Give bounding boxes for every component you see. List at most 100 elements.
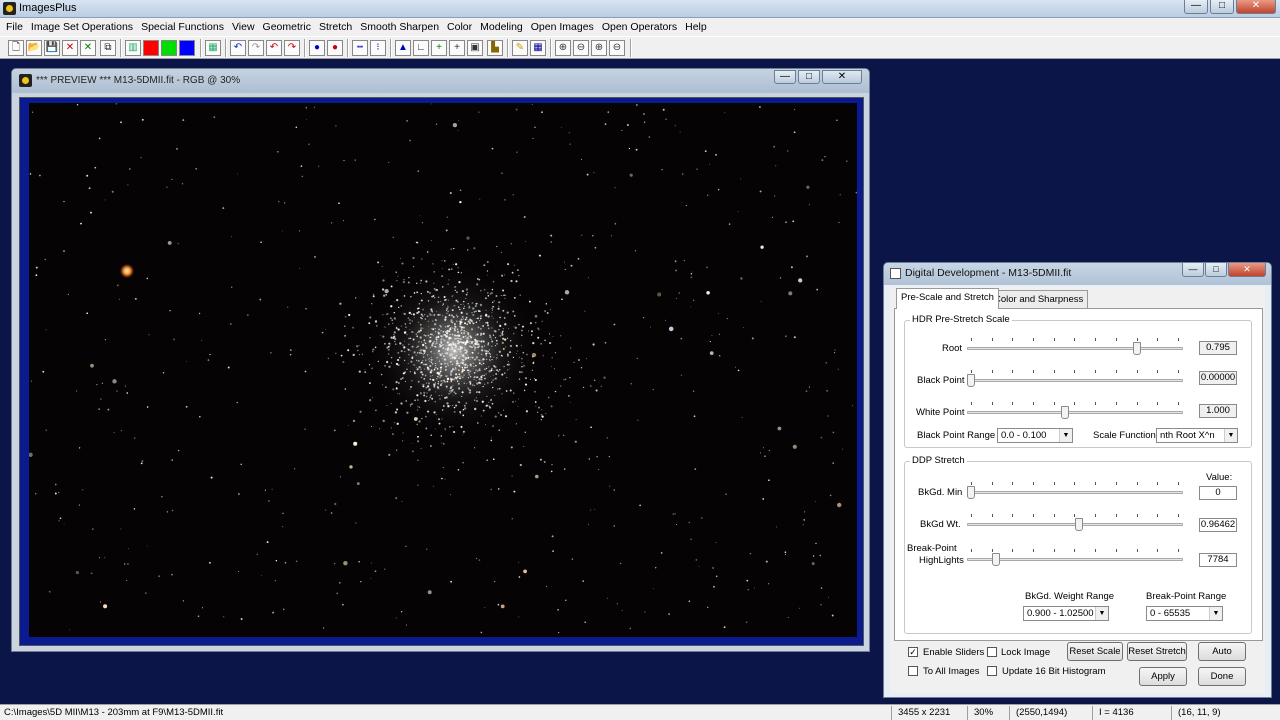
pencil-icon[interactable]: ✎: [512, 40, 528, 56]
menu-smooth-sharpen[interactable]: Smooth Sharpen: [356, 21, 443, 33]
black-point-slider[interactable]: [967, 370, 1183, 387]
app-logo-icon: [3, 2, 16, 15]
zoom-actual-icon[interactable]: ⊖: [609, 40, 625, 56]
menu-file[interactable]: File: [2, 21, 27, 33]
redo-all-icon[interactable]: ↷: [284, 40, 300, 56]
point-select-icon[interactable]: ⁝: [370, 40, 386, 56]
crosshair-icon[interactable]: +: [449, 40, 465, 56]
red-channel-icon[interactable]: [143, 40, 159, 56]
bkgd-min-input[interactable]: 0: [1199, 486, 1237, 500]
update-16bit-histogram-checkbox[interactable]: [987, 666, 997, 676]
dialog-minimize-button[interactable]: —: [1182, 263, 1204, 277]
cluster-star: [463, 363, 466, 366]
lock-image-checkbox[interactable]: [987, 647, 997, 657]
menu-special-functions[interactable]: Special Functions: [137, 21, 228, 33]
preview-close-button[interactable]: ✕: [822, 70, 862, 84]
scale-function-select[interactable]: nth Root X^n ▼: [1156, 428, 1238, 443]
menu-help[interactable]: Help: [681, 21, 711, 33]
slider-thumb[interactable]: [967, 486, 975, 499]
dialog-titlebar[interactable]: Digital Development - M13-5DMII.fit — □ …: [884, 263, 1271, 285]
frame-select-icon[interactable]: ▣: [467, 40, 483, 56]
app-maximize-button[interactable]: □: [1210, 0, 1234, 14]
cluster-star: [478, 359, 481, 362]
cluster-star: [340, 354, 343, 357]
green-channel-icon[interactable]: [161, 40, 177, 56]
app-minimize-button[interactable]: —: [1184, 0, 1208, 14]
rgb-channels-icon[interactable]: ▥: [125, 40, 141, 56]
undo-icon[interactable]: ↶: [230, 40, 246, 56]
field-star: [594, 509, 596, 510]
field-star: [546, 586, 548, 588]
menu-open-images[interactable]: Open Images: [527, 21, 598, 33]
menu-modeling[interactable]: Modeling: [476, 21, 527, 33]
apply-button[interactable]: Apply: [1139, 667, 1187, 686]
close-red-x-icon[interactable]: ✕: [62, 40, 78, 56]
add-crosshair-icon[interactable]: +: [431, 40, 447, 56]
cluster-star: [440, 340, 443, 343]
blue-channel-icon[interactable]: [179, 40, 195, 56]
cluster-star: [402, 372, 406, 375]
image-info-icon[interactable]: ▙: [487, 40, 503, 56]
slider-thumb[interactable]: [1061, 406, 1069, 419]
open-folder-icon[interactable]: 📂: [26, 40, 42, 56]
to-all-images-checkbox[interactable]: [908, 666, 918, 676]
tab-pre-scale-and-stretch[interactable]: Pre-Scale and Stretch: [896, 288, 999, 309]
slider-thumb[interactable]: [1133, 342, 1141, 355]
slider-thumb[interactable]: [967, 374, 975, 387]
bkgd-wt-slider[interactable]: [967, 514, 1183, 531]
axis-icon[interactable]: ∟: [413, 40, 429, 56]
dialog-maximize-button[interactable]: □: [1205, 263, 1227, 277]
preview-titlebar[interactable]: *** PREVIEW *** M13-5DMII.fit - RGB @ 30…: [12, 69, 869, 93]
white-point-slider[interactable]: [967, 402, 1183, 419]
root-slider[interactable]: [967, 338, 1183, 355]
auto-button[interactable]: Auto: [1198, 642, 1246, 661]
breakpoint-input[interactable]: 7784: [1199, 553, 1237, 567]
menu-view[interactable]: View: [228, 21, 259, 33]
cluster-star: [464, 349, 466, 351]
slider-thumb[interactable]: [1075, 518, 1083, 531]
dialog-close-button[interactable]: ✕: [1228, 263, 1266, 277]
breakpoint-slider[interactable]: [967, 549, 1183, 566]
cluster-star: [442, 358, 444, 360]
zoom-out-icon[interactable]: ⊖: [573, 40, 589, 56]
preview-maximize-button[interactable]: □: [798, 70, 820, 84]
bkgd-min-slider[interactable]: [967, 482, 1183, 499]
preview-minimize-button[interactable]: —: [774, 70, 796, 84]
undo-all-icon[interactable]: ↶: [266, 40, 282, 56]
redo-icon[interactable]: ↷: [248, 40, 264, 56]
bkgd-wt-input[interactable]: 0.96462: [1199, 518, 1237, 532]
enable-sliders-checkbox[interactable]: ✓: [908, 647, 918, 657]
breakpoint-range-select[interactable]: 0 - 65535 ▼: [1146, 606, 1223, 621]
reset-scale-button[interactable]: Reset Scale: [1067, 642, 1123, 661]
star-cluster-image[interactable]: [29, 103, 857, 637]
histogram-icon[interactable]: ▲: [395, 40, 411, 56]
copy-window-icon[interactable]: ⧉: [100, 40, 116, 56]
toolbar-separator: [304, 39, 306, 57]
slider-thumb[interactable]: [992, 553, 1000, 566]
done-button[interactable]: Done: [1198, 667, 1246, 686]
cluster-star: [437, 338, 439, 340]
tab-color-and-sharpness[interactable]: Color and Sharpness: [989, 290, 1089, 308]
save-disk-icon[interactable]: 💾: [44, 40, 60, 56]
bkgd-weight-range-select[interactable]: 0.900 - 1.02500 ▼: [1023, 606, 1109, 621]
black-point-range-select[interactable]: 0.0 - 0.100 ▼: [997, 428, 1073, 443]
new-file-icon[interactable]: 🗋: [8, 40, 24, 56]
close-green-x-icon[interactable]: ✕: [80, 40, 96, 56]
blue-point-icon[interactable]: ●: [309, 40, 325, 56]
app-close-button[interactable]: ✕: [1236, 0, 1276, 14]
zoom-in-icon[interactable]: ⊕: [555, 40, 571, 56]
cluster-star: [321, 331, 324, 334]
zoom-fit-icon[interactable]: ⊕: [591, 40, 607, 56]
reset-stretch-button[interactable]: Reset Stretch: [1127, 642, 1187, 661]
cluster-star: [489, 406, 492, 409]
line-profile-icon[interactable]: ┅: [352, 40, 368, 56]
grid-view-icon[interactable]: ▦: [205, 40, 221, 56]
menu-stretch[interactable]: Stretch: [315, 21, 356, 33]
menu-color[interactable]: Color: [443, 21, 476, 33]
menu-image-set-operations[interactable]: Image Set Operations: [27, 21, 137, 33]
red-point-icon[interactable]: ●: [327, 40, 343, 56]
field-star: [169, 310, 171, 312]
table-grid-icon[interactable]: ▦: [530, 40, 546, 56]
menu-geometric[interactable]: Geometric: [259, 21, 315, 33]
menu-open-operators[interactable]: Open Operators: [598, 21, 681, 33]
